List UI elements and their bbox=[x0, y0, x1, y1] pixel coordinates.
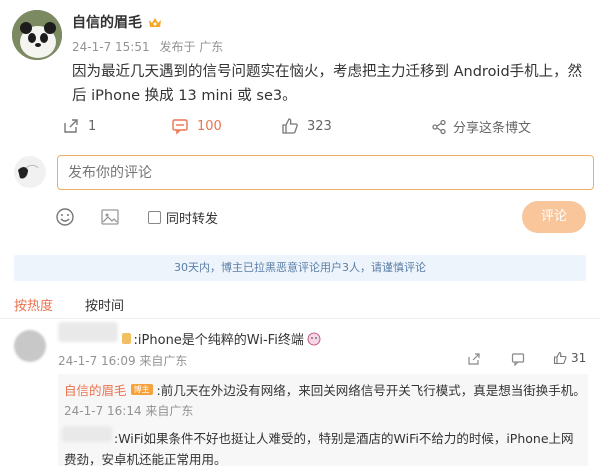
commenter-name-redacted bbox=[58, 322, 118, 342]
crown-icon bbox=[148, 16, 162, 29]
submit-comment-button[interactable]: 评论 bbox=[522, 201, 586, 233]
panda-avatar-image bbox=[12, 10, 62, 60]
post-time[interactable]: 24-1-7 15:51 bbox=[72, 40, 150, 54]
comment-like-count: 31 bbox=[571, 351, 587, 365]
reply-author[interactable]: 自信的眉毛 bbox=[64, 380, 127, 399]
reply-line-1: 自信的眉毛 博主 :前几天在外边没有网络，来回关网络信号开关飞行模式，真是想当街… bbox=[64, 380, 586, 399]
post-text: 因为最近几天遇到的信号问题实在恼火，考虑把主力迁移到 Android手机上，然后… bbox=[72, 64, 583, 104]
author-badge: 博主 bbox=[130, 384, 153, 395]
comment-icon bbox=[171, 117, 189, 135]
reply-2-text-line1: :WiFi如果条件不好也挺让人难受的，特别是酒店的WiFi不给力的时候，iPho… bbox=[114, 431, 574, 446]
post-location: 发布于 广东 bbox=[159, 40, 224, 54]
image-button[interactable] bbox=[100, 207, 120, 227]
comment-text: :iPhone是个纯粹的Wi-Fi终端 bbox=[133, 333, 304, 348]
like-button[interactable]: 323 bbox=[281, 117, 332, 135]
reply-time: 24-1-7 16:14 来自广东 bbox=[64, 404, 194, 418]
repost-count: 1 bbox=[88, 118, 97, 134]
emoji-icon bbox=[55, 207, 75, 227]
comment-count: 100 bbox=[197, 118, 222, 134]
commenter-avatar[interactable] bbox=[14, 330, 46, 362]
like-count: 323 bbox=[307, 118, 332, 134]
comment-reply-button[interactable] bbox=[511, 352, 525, 366]
repost-checkbox-label: 同时转发 bbox=[166, 212, 219, 227]
author-name[interactable]: 自信的眉毛 bbox=[72, 12, 142, 32]
repost-button[interactable]: 1 bbox=[62, 117, 96, 135]
checkbox-box[interactable] bbox=[148, 211, 161, 224]
like-icon bbox=[281, 117, 299, 135]
like-icon bbox=[553, 351, 567, 365]
reply-text: :前几天在外边没有网络，来回关网络信号开关飞行模式，真是想当街换手机。 bbox=[156, 383, 586, 398]
author-name-row: 自信的眉毛 bbox=[72, 12, 162, 32]
comment-line: :iPhone是个纯粹的Wi-Fi终端 bbox=[122, 329, 321, 348]
moderation-notice: 30天内，博主已拉黑恶意评论用户3人，请谨慎评论 bbox=[14, 255, 586, 281]
post-meta: 24-1-7 15:51 发布于 广东 bbox=[72, 38, 223, 55]
share-icon bbox=[467, 352, 481, 366]
repost-checkbox[interactable]: 同时转发 bbox=[148, 208, 218, 227]
tab-by-time[interactable]: 按时间 bbox=[85, 295, 124, 314]
comment-share-button[interactable] bbox=[467, 352, 481, 366]
reply-icon bbox=[511, 352, 525, 366]
reply-2-text-line2: 费劲，安卓机还能正常用用。 bbox=[64, 452, 227, 467]
comment-time: 24-1-7 16:09 来自广东 bbox=[58, 354, 188, 368]
comment-button[interactable]: 100 bbox=[171, 117, 222, 135]
current-user-avatar bbox=[14, 156, 46, 188]
repost-icon bbox=[62, 117, 80, 135]
comment-input[interactable] bbox=[57, 155, 594, 190]
comment-like-button[interactable]: 31 bbox=[553, 351, 586, 365]
share-icon bbox=[431, 119, 447, 135]
image-icon bbox=[100, 207, 120, 227]
emoji-sticker-icon bbox=[307, 332, 321, 346]
author-avatar[interactable] bbox=[12, 10, 62, 60]
replier-name-redacted bbox=[62, 426, 112, 442]
tab-by-hot[interactable]: 按热度 bbox=[14, 295, 53, 314]
emoji-button[interactable] bbox=[55, 207, 75, 227]
divider bbox=[0, 318, 600, 319]
fan-badge bbox=[122, 333, 131, 344]
share-label: 分享这条博文 bbox=[453, 121, 532, 136]
share-button[interactable]: 分享这条博文 bbox=[431, 117, 531, 136]
